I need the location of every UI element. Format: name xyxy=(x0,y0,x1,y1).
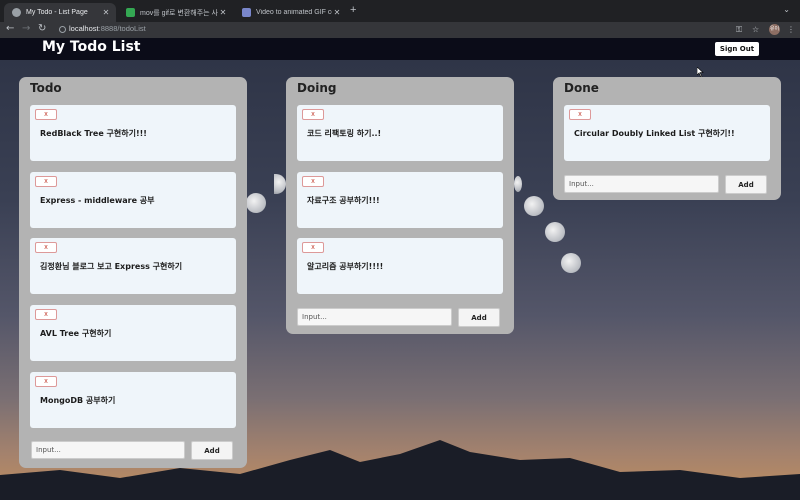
page-title: My Todo List xyxy=(42,39,141,55)
close-tab-icon[interactable]: ✕ xyxy=(218,8,228,17)
forward-icon[interactable]: → xyxy=(22,23,30,34)
delete-button[interactable]: x xyxy=(569,109,591,120)
moon-decoration xyxy=(274,174,286,194)
browser-tab-bar: My Todo - List Page ✕ mov를 gif로 변환해주는 사이… xyxy=(0,0,800,22)
delete-button[interactable]: x xyxy=(302,176,324,187)
delete-button[interactable]: x xyxy=(35,176,57,187)
avatar[interactable]: 유이 xyxy=(769,24,780,35)
url-path: :8888/todoList xyxy=(98,24,146,33)
column-title: Todo xyxy=(30,81,62,95)
todo-card[interactable]: x 알고리즘 공부하기!!!! xyxy=(297,238,503,294)
moon-decoration xyxy=(246,193,266,213)
card-text: 코드 리팩토링 하기..! xyxy=(307,129,382,138)
todo-card[interactable]: x 코드 리팩토링 하기..! xyxy=(297,105,503,161)
todo-card[interactable]: x MongoDB 공부하기 xyxy=(30,372,236,428)
moon-decoration xyxy=(514,176,522,192)
browser-tab[interactable]: Video to animated GIF convert... ✕ xyxy=(234,3,347,22)
delete-button[interactable]: x xyxy=(35,109,57,120)
moon-decoration xyxy=(545,222,565,242)
card-text: MongoDB 공부하기 xyxy=(40,396,116,405)
column-title: Done xyxy=(564,81,599,95)
sign-out-button[interactable]: Sign Out xyxy=(715,42,759,56)
column-doing: Doing x 코드 리팩토링 하기..! x 자료구조 공부하기!!! x 알… xyxy=(286,77,514,334)
todo-card[interactable]: x Express - middleware 공부 xyxy=(30,172,236,228)
tab-title: Video to animated GIF convert... xyxy=(256,9,332,16)
card-text: AVL Tree 구현하기 xyxy=(40,329,112,338)
info-icon[interactable] xyxy=(59,26,66,33)
todo-card[interactable]: x Circular Doubly Linked List 구현하기!! xyxy=(564,105,770,161)
close-tab-icon[interactable]: ✕ xyxy=(101,8,111,17)
new-item-input[interactable]: Input... xyxy=(564,175,719,193)
add-button[interactable]: Add xyxy=(191,441,233,460)
card-text: 알고리즘 공부하기!!!! xyxy=(307,262,384,271)
favicon-icon xyxy=(242,8,251,17)
card-text: Circular Doubly Linked List 구현하기!! xyxy=(574,129,735,138)
favicon-icon xyxy=(126,8,135,17)
reload-icon[interactable]: ↻ xyxy=(38,23,46,34)
column-todo: Todo x RedBlack Tree 구현하기!!! x Express -… xyxy=(19,77,247,468)
moon-decoration xyxy=(524,196,544,216)
browser-tab[interactable]: My Todo - List Page ✕ xyxy=(4,3,116,22)
add-button[interactable]: Add xyxy=(458,308,500,327)
back-icon[interactable]: ← xyxy=(6,23,14,34)
close-tab-icon[interactable]: ✕ xyxy=(332,8,342,17)
app-header: My Todo List Sign Out xyxy=(0,38,800,60)
page-background: My Todo List Sign Out Todo x RedBlack Tr… xyxy=(0,38,800,500)
delete-button[interactable]: x xyxy=(302,242,324,253)
key-icon[interactable]: ⚿ xyxy=(736,25,742,35)
more-icon[interactable]: ⋮ xyxy=(787,25,795,34)
new-item-input[interactable]: Input... xyxy=(297,308,452,326)
tab-title: My Todo - List Page xyxy=(26,9,88,16)
star-icon[interactable]: ☆ xyxy=(752,25,759,34)
browser-toolbar: ← → ↻ localhost:8888/todoList ⚿ ☆ 유이 ⋮ xyxy=(0,22,800,38)
globe-icon xyxy=(12,8,21,17)
card-text: Express - middleware 공부 xyxy=(40,196,155,205)
card-text: RedBlack Tree 구현하기!!! xyxy=(40,129,147,138)
chevron-down-icon[interactable]: ⌄ xyxy=(783,5,790,14)
delete-button[interactable]: x xyxy=(35,242,57,253)
delete-button[interactable]: x xyxy=(35,376,57,387)
new-item-input[interactable]: Input... xyxy=(31,441,185,459)
delete-button[interactable]: x xyxy=(35,309,57,320)
card-text: 자료구조 공부하기!!! xyxy=(307,196,380,205)
browser-tab[interactable]: mov를 gif로 변환해주는 사이트 (... ✕ xyxy=(118,3,233,22)
column-title: Doing xyxy=(297,81,337,95)
mouse-cursor-icon xyxy=(697,67,704,77)
column-done: Done x Circular Doubly Linked List 구현하기!… xyxy=(553,77,781,200)
moon-decoration xyxy=(561,253,581,273)
url-host: localhost xyxy=(69,24,99,33)
tab-title: mov를 gif로 변환해주는 사이트 (... xyxy=(140,9,218,17)
new-tab-icon[interactable]: + xyxy=(350,4,356,16)
card-text: 김정환님 블로그 보고 Express 구현하기 xyxy=(40,262,183,271)
todo-card[interactable]: x AVL Tree 구현하기 xyxy=(30,305,236,361)
address-bar[interactable]: localhost:8888/todoList xyxy=(69,24,146,33)
add-button[interactable]: Add xyxy=(725,175,767,194)
delete-button[interactable]: x xyxy=(302,109,324,120)
todo-card[interactable]: x 김정환님 블로그 보고 Express 구현하기 xyxy=(30,238,236,294)
todo-card[interactable]: x RedBlack Tree 구현하기!!! xyxy=(30,105,236,161)
todo-card[interactable]: x 자료구조 공부하기!!! xyxy=(297,172,503,228)
